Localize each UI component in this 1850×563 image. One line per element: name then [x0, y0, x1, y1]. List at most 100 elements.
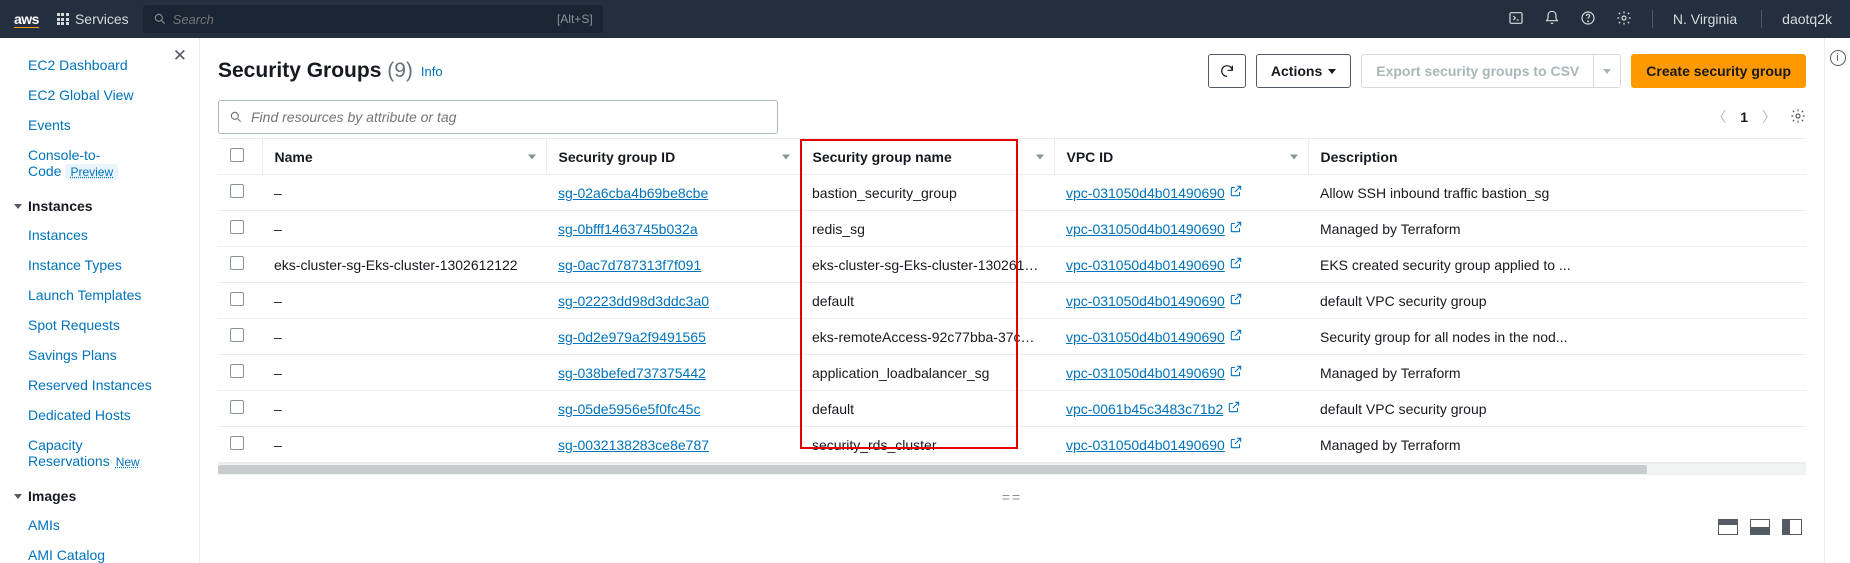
table-row[interactable]: –sg-02223dd98d3ddc3a0 default vpc-031050d4… — [218, 283, 1806, 319]
external-link-icon — [1227, 400, 1241, 414]
row-checkbox[interactable] — [230, 220, 244, 234]
vpc-link[interactable]: vpc-031050d4b01490690 — [1066, 437, 1225, 453]
filter-input-wrapper[interactable] — [218, 100, 778, 134]
external-link-icon — [1229, 436, 1243, 450]
right-rail: i — [1824, 38, 1850, 563]
sidebar-item-savings-plans[interactable]: Savings Plans — [0, 340, 199, 370]
search-icon — [153, 12, 167, 26]
row-checkbox[interactable] — [230, 436, 244, 450]
cell-sgname: bastion_security_group — [800, 175, 1054, 211]
cloudshell-icon[interactable] — [1508, 10, 1524, 29]
close-sidebar-icon[interactable]: ✕ — [173, 46, 187, 66]
info-panel-toggle[interactable]: i — [1830, 50, 1846, 66]
table-row[interactable]: –sg-05de5956e5f0fc45cdefaultvpc-0061b45c… — [218, 391, 1806, 427]
cell-sgid: sg-05de5956e5f0fc45c — [546, 391, 800, 427]
sidebar-group-instances[interactable]: Instances — [0, 186, 199, 220]
table-row[interactable]: eks-cluster-sg-Eks-cluster-1302612122sg-… — [218, 247, 1806, 283]
row-checkbox[interactable] — [230, 364, 244, 378]
info-link[interactable]: Info — [421, 64, 443, 79]
external-link-icon — [1229, 292, 1243, 306]
sidebar-item-spot-requests[interactable]: Spot Requests — [0, 310, 199, 340]
global-search[interactable]: [Alt+S] — [143, 5, 603, 33]
vpc-link[interactable]: vpc-031050d4b01490690 — [1066, 257, 1225, 273]
notifications-icon[interactable] — [1544, 10, 1560, 29]
sgid-link[interactable]: sg-05de5956e5f0fc45c — [558, 401, 700, 417]
sidebar-item-reserved-instances[interactable]: Reserved Instances — [0, 370, 199, 400]
account-menu[interactable]: daotq2k — [1782, 11, 1836, 27]
vpc-link[interactable]: vpc-0061b45c3483c71b2 — [1066, 401, 1223, 417]
create-security-group-button[interactable]: Create security group — [1631, 54, 1806, 88]
panel-drag-handle[interactable]: == — [1002, 489, 1022, 505]
external-link-icon — [1229, 220, 1243, 234]
vpc-link[interactable]: vpc-031050d4b01490690 — [1066, 221, 1225, 237]
next-page-button[interactable]: 〉 — [1762, 107, 1776, 127]
vpc-link[interactable]: vpc-031050d4b01490690 — [1066, 329, 1225, 345]
sgid-link[interactable]: sg-02a6cba4b69be8cbe — [558, 185, 708, 201]
external-link-icon — [1229, 328, 1243, 342]
cell-vpc: vpc-031050d4b01490690 — [1054, 355, 1308, 391]
sgid-link[interactable]: sg-0032138283ce8e787 — [558, 437, 709, 453]
grid-icon — [57, 13, 69, 25]
table-row[interactable]: –sg-0bfff1463745b032aredis_sgvpc-031050d… — [218, 211, 1806, 247]
scrollbar-thumb[interactable] — [218, 465, 1647, 474]
column-header-sgid[interactable]: Security group ID — [546, 139, 800, 175]
sgid-link[interactable]: sg-0d2e979a2f9491565 — [558, 329, 706, 345]
sgid-link[interactable]: sg-02223dd98d3ddc3a0 — [558, 293, 709, 309]
vpc-link[interactable]: vpc-031050d4b01490690 — [1066, 293, 1225, 309]
column-header-name[interactable]: Name — [262, 139, 546, 175]
page-number: 1 — [1740, 109, 1748, 125]
actions-button[interactable]: Actions — [1256, 54, 1351, 88]
export-csv-button[interactable]: Export security groups to CSV — [1361, 54, 1593, 88]
search-input[interactable] — [173, 12, 557, 27]
row-checkbox[interactable] — [230, 256, 244, 270]
sidebar-item-instance-types[interactable]: Instance Types — [0, 250, 199, 280]
sgid-link[interactable]: sg-0bfff1463745b032a — [558, 221, 698, 237]
sidebar-item-launch-templates[interactable]: Launch Templates — [0, 280, 199, 310]
sidebar-item-ec2-global-view[interactable]: EC2 Global View — [0, 80, 199, 110]
row-checkbox[interactable] — [230, 328, 244, 342]
row-checkbox[interactable] — [230, 400, 244, 414]
sidebar-group-images[interactable]: Images — [0, 476, 199, 510]
vpc-link[interactable]: vpc-031050d4b01490690 — [1066, 185, 1225, 201]
horizontal-scrollbar[interactable] — [218, 463, 1806, 475]
aws-logo[interactable]: aws — [14, 11, 39, 28]
column-header-desc[interactable]: Description — [1308, 139, 1806, 175]
cell-sgname: default — [800, 283, 1054, 319]
export-csv-dropdown[interactable] — [1593, 54, 1621, 88]
settings-icon[interactable] — [1616, 10, 1632, 29]
top-nav: aws Services [Alt+S] N. Virginia daotq2k — [0, 0, 1850, 38]
cell-desc: Managed by Terraform — [1308, 355, 1806, 391]
table-row[interactable]: –sg-0d2e979a2f9491565eks-remoteAccess-92… — [218, 319, 1806, 355]
refresh-button[interactable] — [1208, 54, 1246, 88]
prev-page-button[interactable]: 〈 — [1712, 107, 1726, 127]
sidebar-item-dedicated-hosts[interactable]: Dedicated Hosts — [0, 400, 199, 430]
dock-bottom-button[interactable] — [1750, 519, 1770, 535]
row-checkbox[interactable] — [230, 292, 244, 306]
sgid-link[interactable]: sg-038befed737375442 — [558, 365, 706, 381]
column-header-vpc[interactable]: VPC ID — [1054, 139, 1308, 175]
help-icon[interactable] — [1580, 10, 1596, 29]
select-all-checkbox[interactable] — [230, 148, 244, 162]
dock-side-button[interactable] — [1782, 519, 1802, 535]
sidebar-item-capacity-reservations[interactable]: Capacity ReservationsNew — [0, 430, 199, 476]
services-menu[interactable]: Services — [57, 11, 129, 27]
sidebar-item-ami-catalog[interactable]: AMI Catalog — [0, 540, 199, 563]
filter-input[interactable] — [251, 109, 767, 125]
external-link-icon — [1229, 364, 1243, 378]
sgid-link[interactable]: sg-0ac7d787313f7f091 — [558, 257, 701, 273]
column-header-sgname[interactable]: Security group name — [800, 139, 1054, 175]
table-row[interactable]: –sg-0032138283ce8e787security_rds_cluste… — [218, 427, 1806, 463]
sidebar-item-amis[interactable]: AMIs — [0, 510, 199, 540]
sidebar-item-events[interactable]: Events — [0, 110, 199, 140]
table-settings-button[interactable] — [1790, 108, 1806, 127]
cell-name: – — [262, 283, 546, 319]
row-checkbox[interactable] — [230, 184, 244, 198]
sidebar-item-console-to-code[interactable]: Console-to-CodePreview — [0, 140, 199, 186]
sidebar-item-instances[interactable]: Instances — [0, 220, 199, 250]
vpc-link[interactable]: vpc-031050d4b01490690 — [1066, 365, 1225, 381]
table-row[interactable]: –sg-038befed737375442application_loadbal… — [218, 355, 1806, 391]
table-row[interactable]: –sg-02a6cba4b69be8cbebastion_security_gr… — [218, 175, 1806, 211]
region-selector[interactable]: N. Virginia — [1673, 11, 1741, 27]
sidebar-item-ec2-dashboard[interactable]: EC2 Dashboard — [0, 50, 199, 80]
dock-top-button[interactable] — [1718, 519, 1738, 535]
